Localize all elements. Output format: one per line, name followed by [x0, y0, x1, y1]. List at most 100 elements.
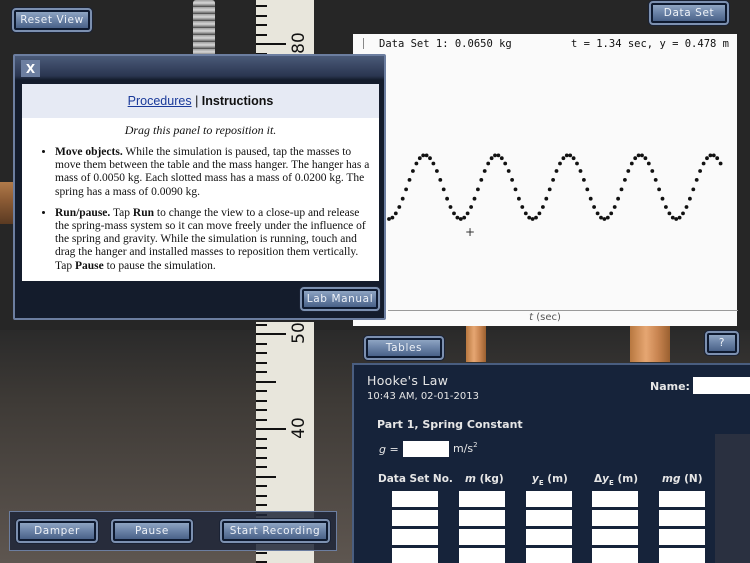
g-input[interactable] — [403, 441, 449, 457]
data-point — [448, 205, 453, 209]
start-recording-button[interactable]: Start Recording — [220, 519, 330, 543]
lab-manual-button[interactable]: Lab Manual — [300, 287, 380, 311]
data-point — [640, 153, 644, 158]
data-point — [575, 161, 579, 166]
col-header-var: y — [532, 473, 539, 485]
data-point — [407, 178, 412, 182]
help-button[interactable]: ? — [705, 331, 739, 355]
ruler-tick — [256, 43, 286, 45]
table-cell[interactable] — [659, 491, 705, 507]
col-header-unit: (N) — [680, 473, 703, 485]
data-point — [592, 205, 596, 209]
table-cell[interactable] — [459, 510, 505, 526]
table-cell[interactable] — [659, 548, 705, 563]
table-cell[interactable] — [526, 548, 572, 563]
doc-tabs: Procedures | Instructions — [22, 84, 379, 118]
table-cell[interactable] — [392, 491, 438, 507]
x-axis-var: t — [529, 312, 534, 323]
tab-procedures[interactable]: Procedures — [128, 94, 192, 108]
data-point — [612, 205, 617, 209]
data-point — [694, 178, 699, 182]
ruler-tick — [256, 390, 267, 392]
col-header-var: m — [465, 473, 476, 485]
col-header-delta-ye: ΔyE (m) — [594, 473, 638, 487]
data-point — [445, 196, 449, 201]
instruction-item: Move objects. While the simulation is pa… — [55, 146, 373, 199]
instructions-list: Move objects. While the simulation is pa… — [55, 146, 373, 273]
table-cell[interactable] — [526, 491, 572, 507]
table-cell[interactable] — [592, 529, 638, 545]
support-post-left — [466, 326, 486, 362]
data-point — [479, 178, 484, 182]
name-input[interactable] — [693, 377, 750, 394]
data-point — [390, 215, 395, 220]
tables-button[interactable]: Tables — [364, 336, 444, 360]
data-point — [455, 215, 460, 220]
table-cell[interactable] — [392, 529, 438, 545]
col-header-var: mg — [662, 473, 681, 485]
crosshair-cursor[interactable]: + — [465, 225, 475, 239]
table-cell[interactable] — [592, 548, 638, 563]
col-header-unit: (m) — [613, 473, 638, 485]
data-point — [568, 153, 573, 158]
data-point — [629, 161, 634, 166]
table-cell[interactable] — [392, 510, 438, 526]
data-point — [681, 211, 685, 216]
table-cell[interactable] — [659, 510, 705, 526]
pause-button[interactable]: Pause — [111, 519, 193, 543]
damper-button[interactable]: Damper — [16, 519, 98, 543]
position-time-graph[interactable]: Data Set 1: 0.0650 kg t = 1.34 sec, y = … — [353, 34, 738, 326]
ruler-tick — [256, 409, 267, 411]
close-button[interactable]: X — [21, 60, 40, 77]
tab-instructions[interactable]: Instructions — [202, 94, 274, 108]
data-point — [411, 169, 415, 173]
data-point — [551, 178, 555, 182]
lab-report-panel: Hooke's Law 10:43 AM, 02-01-2013 Name: P… — [352, 363, 750, 563]
data-point — [657, 187, 661, 192]
table-cell[interactable] — [526, 529, 572, 545]
instructions-panel[interactable]: X Procedures | Instructions Drag this pa… — [13, 54, 386, 320]
table-cell[interactable] — [659, 529, 705, 545]
data-point — [626, 169, 631, 173]
col-header-delta: Δ — [594, 473, 603, 485]
data-point — [558, 161, 562, 166]
ruler-tick — [256, 323, 267, 326]
table-cell[interactable] — [459, 529, 505, 545]
data-point — [499, 156, 504, 161]
data-point — [465, 211, 470, 216]
data-point — [643, 156, 648, 161]
meter-stick-top: 80 — [256, 0, 314, 58]
data-point — [428, 156, 432, 161]
data-point — [441, 187, 446, 192]
ruler-tick — [256, 437, 267, 440]
table-cell[interactable] — [392, 548, 438, 563]
table-cell[interactable] — [526, 510, 572, 526]
reset-view-button[interactable]: Reset View — [12, 8, 92, 32]
ruler-tick — [256, 485, 267, 487]
instruction-keyword: Pause — [74, 259, 104, 272]
data-point — [718, 161, 723, 166]
data-point — [636, 153, 641, 158]
support-post-right — [630, 326, 670, 362]
table-cell[interactable] — [459, 548, 505, 563]
data-point — [537, 211, 542, 216]
table-cell[interactable] — [592, 491, 638, 507]
data-set-button[interactable]: Data Set — [649, 1, 729, 25]
col-header-unit: (m) — [543, 473, 568, 485]
name-label: Name: — [650, 380, 690, 393]
data-point — [688, 196, 692, 201]
data-point — [701, 161, 706, 166]
ruler-tick — [256, 333, 286, 335]
col-header-text: Data Set No. — [378, 473, 453, 485]
table-cell[interactable] — [459, 491, 505, 507]
data-point — [414, 161, 419, 166]
ruler-tick — [256, 352, 267, 354]
data-point — [650, 169, 655, 173]
table-cell[interactable] — [592, 510, 638, 526]
data-point — [435, 169, 439, 173]
data-point — [417, 156, 422, 161]
data-point — [667, 211, 672, 216]
data-point — [564, 153, 569, 158]
x-axis-line — [388, 310, 738, 311]
ruler-tick — [256, 466, 267, 468]
